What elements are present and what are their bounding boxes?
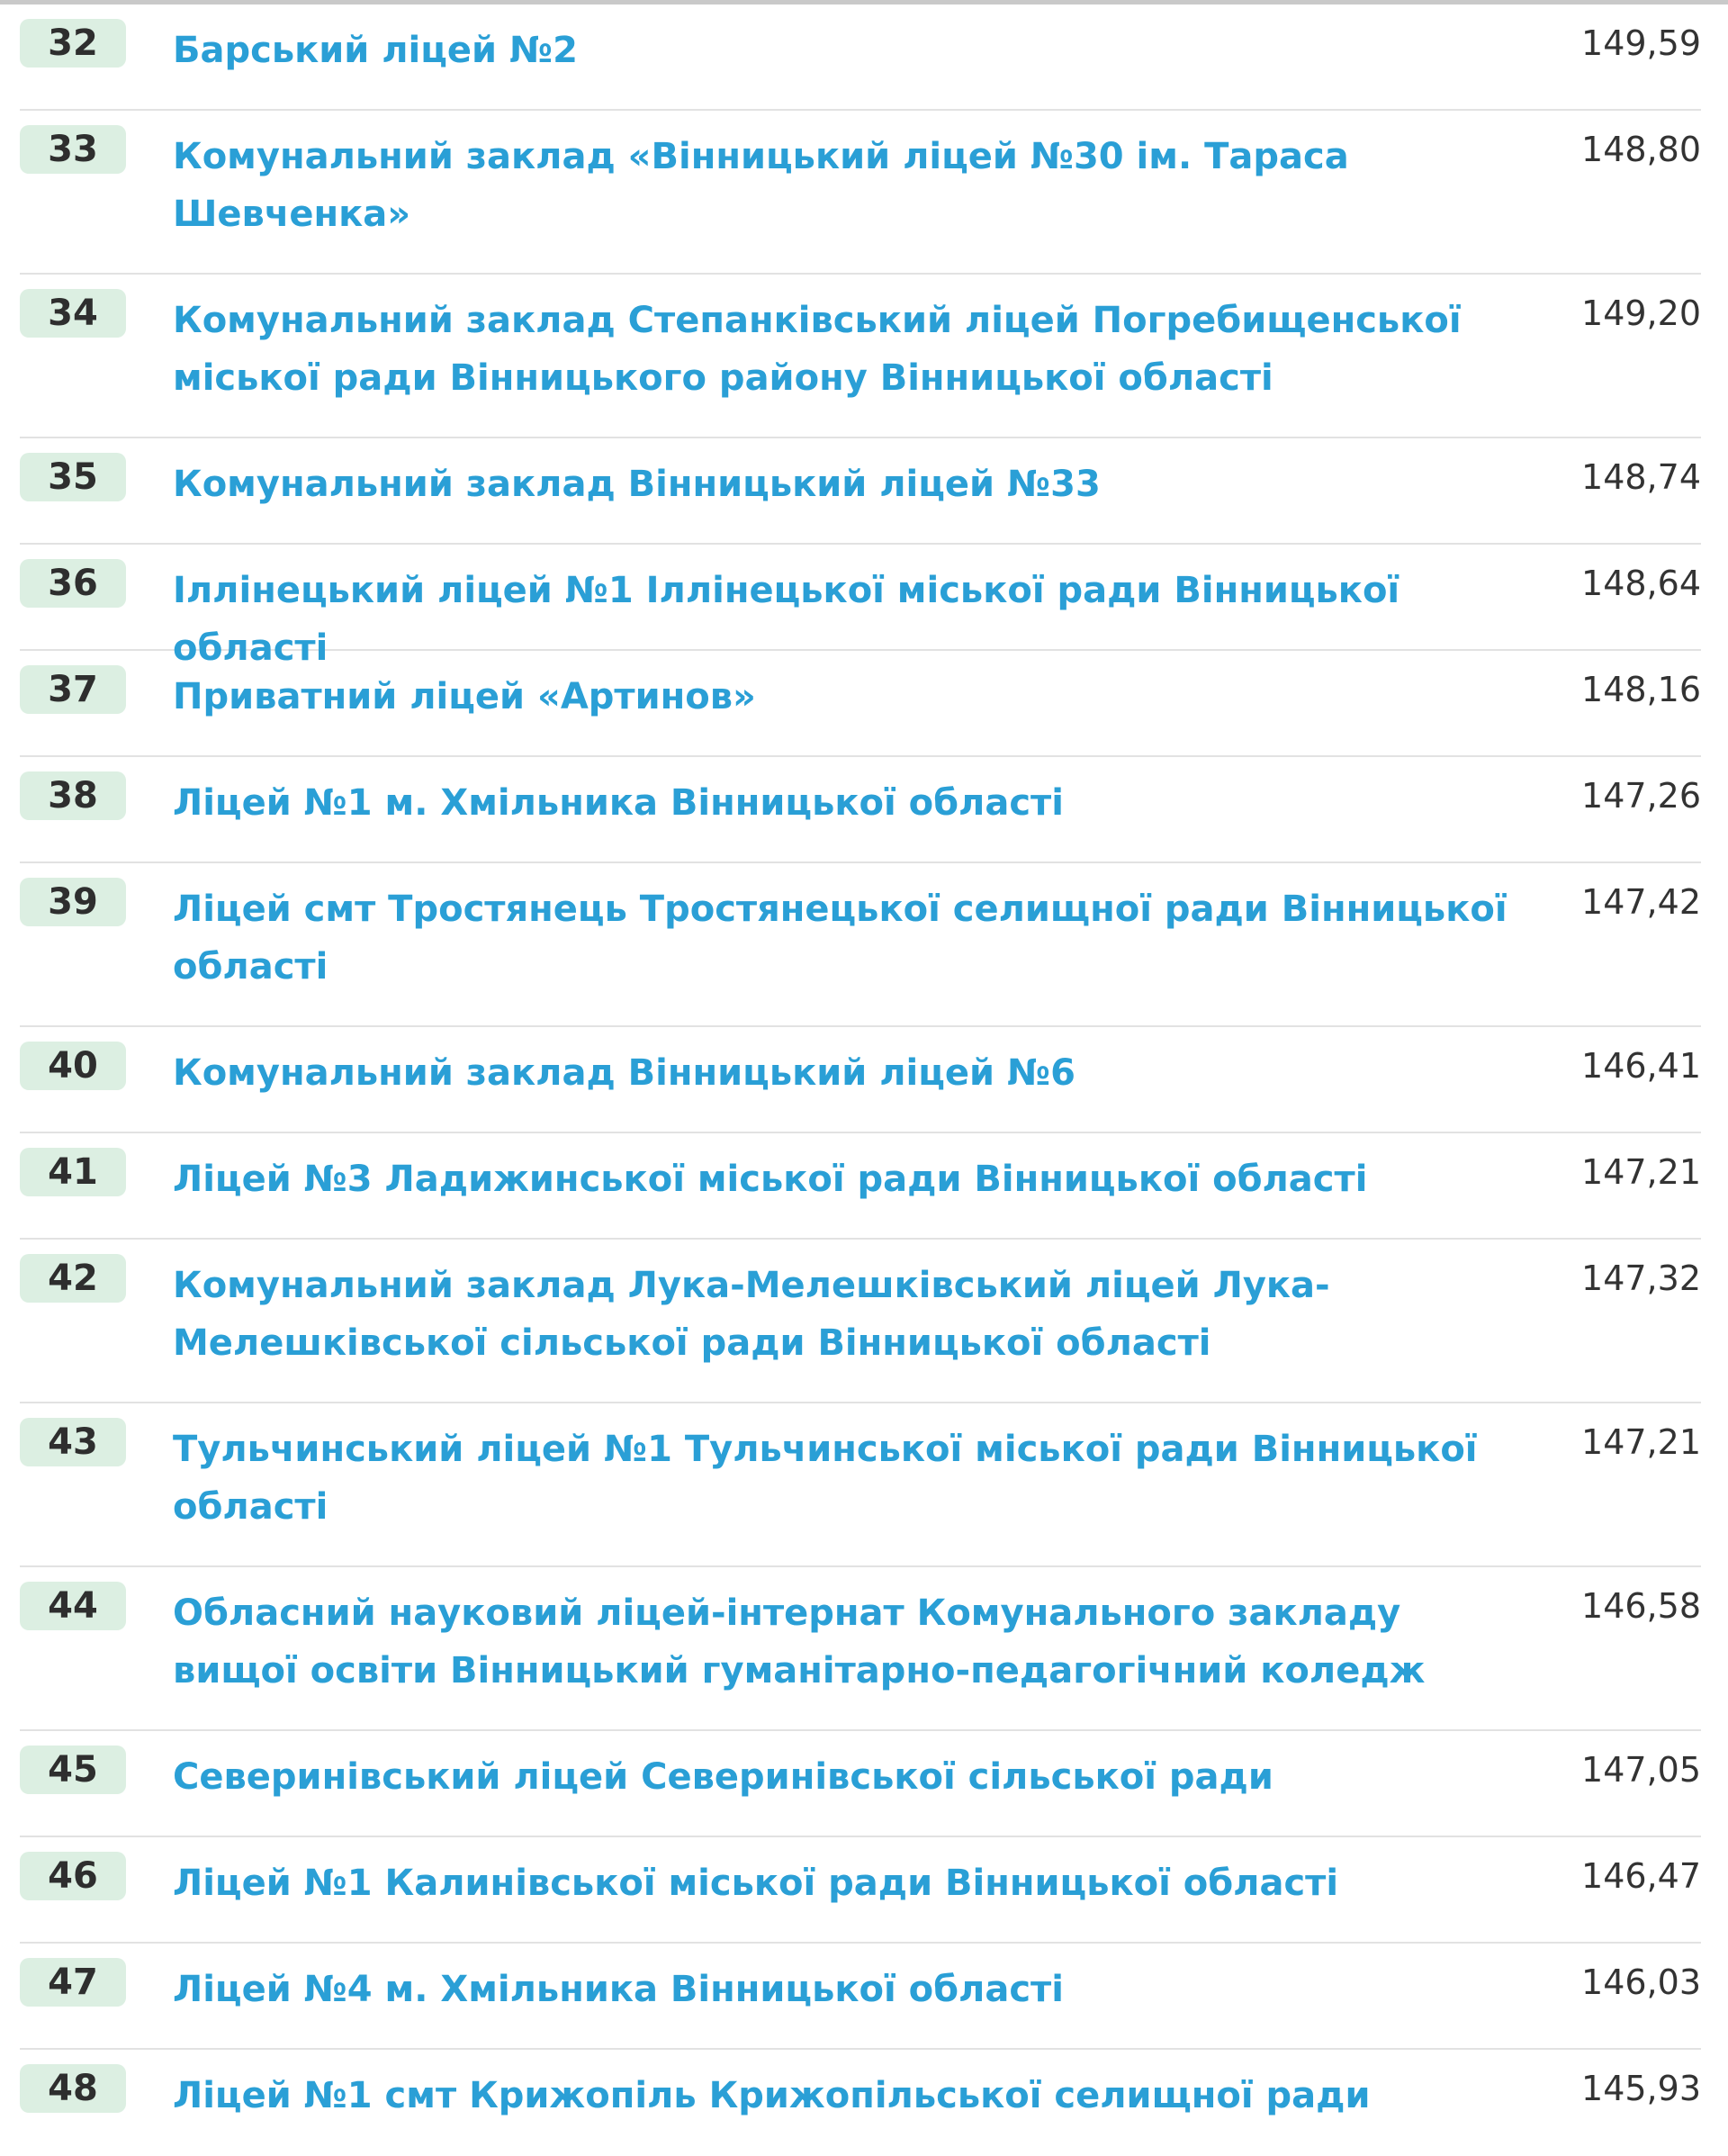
ranking-row-35: 35 Комунальний заклад Вінницький ліцей №… (20, 438, 1701, 545)
school-link[interactable]: Ліцей смт Тростянець Тростянецької селищ… (173, 880, 1532, 996)
school-link[interactable]: Барський ліцей №2 (173, 22, 1532, 79)
score-value: 148,80 (1581, 130, 1701, 169)
rank-badge: 34 (20, 289, 126, 338)
ranking-row-42: 42 Комунальний заклад Лука-Мелешківський… (20, 1240, 1701, 1403)
rank-badge: 43 (20, 1418, 126, 1466)
score-value: 146,58 (1581, 1586, 1701, 1626)
score-value: 148,74 (1581, 457, 1701, 497)
rank-badge: 33 (20, 125, 126, 174)
school-link[interactable]: Обласний науковий ліцей-інтернат Комунал… (173, 1584, 1532, 1700)
score-value: 147,21 (1581, 1152, 1701, 1192)
rank-badge: 40 (20, 1042, 126, 1090)
score-value: 148,16 (1581, 670, 1701, 709)
rank-badge: 48 (20, 2064, 126, 2113)
ranking-row-33: 33 Комунальний заклад «Вінницький ліцей … (20, 111, 1701, 275)
ranking-row-41: 41 Ліцей №3 Ладижинської міської ради Ві… (20, 1133, 1701, 1240)
rank-badge: 37 (20, 665, 126, 714)
ranking-row-34: 34 Комунальний заклад Степанківський ліц… (20, 275, 1701, 438)
rank-badge: 38 (20, 771, 126, 820)
ranking-row-43: 43 Тульчинський ліцей №1 Тульчинської мі… (20, 1403, 1701, 1567)
school-link[interactable]: Ліцей №3 Ладижинської міської ради Вінни… (173, 1150, 1532, 1208)
school-link[interactable]: Приватний ліцей «Артинов» (173, 668, 1532, 726)
rank-badge: 45 (20, 1746, 126, 1794)
ranking-row-39: 39 Ліцей смт Тростянець Тростянецької се… (20, 863, 1701, 1027)
ranking-row-38: 38 Ліцей №1 м. Хмільника Вінницької обла… (20, 757, 1701, 863)
ranking-row-36: 36 Іллінецький ліцей №1 Іллінецької місь… (20, 545, 1701, 669)
ranking-row-48: 48 Ліцей №1 смт Крижопіль Крижопільської… (20, 2050, 1701, 2156)
score-value: 146,41 (1581, 1046, 1701, 1086)
score-value: 148,64 (1581, 564, 1701, 603)
score-value: 145,93 (1581, 2069, 1701, 2108)
rank-badge: 32 (20, 19, 126, 68)
rank-badge: 36 (20, 559, 126, 608)
rank-badge: 35 (20, 453, 126, 501)
ranking-row-47: 47 Ліцей №4 м. Хмільника Вінницької обла… (20, 1944, 1701, 2050)
school-link[interactable]: Тульчинський ліцей №1 Тульчинської міськ… (173, 1421, 1532, 1536)
ranking-row-44: 44 Обласний науковий ліцей-інтернат Кому… (20, 1567, 1701, 1731)
score-value: 147,21 (1581, 1422, 1701, 1462)
rank-badge: 44 (20, 1582, 126, 1630)
score-value: 147,42 (1581, 882, 1701, 922)
score-value: 147,05 (1581, 1750, 1701, 1790)
score-value: 147,32 (1581, 1258, 1701, 1298)
school-link[interactable]: Ліцей №4 м. Хмільника Вінницької області (173, 1961, 1532, 2018)
school-link[interactable]: Комунальний заклад «Вінницький ліцей №30… (173, 128, 1532, 243)
score-value: 149,20 (1581, 293, 1701, 333)
school-link[interactable]: Комунальний заклад Степанківський ліцей … (173, 292, 1532, 407)
school-link[interactable]: Комунальний заклад Лука-Мелешківський лі… (173, 1257, 1532, 1372)
rank-badge: 39 (20, 878, 126, 926)
ranking-row-32: 32 Барський ліцей №2 149,59 (20, 5, 1701, 111)
ranking-row-40: 40 Комунальний заклад Вінницький ліцей №… (20, 1027, 1701, 1133)
score-value: 147,26 (1581, 776, 1701, 816)
school-link[interactable]: Ліцей №1 смт Крижопіль Крижопільської се… (173, 2067, 1532, 2124)
school-link[interactable]: Ліцей №1 Калинівської міської ради Вінни… (173, 1854, 1532, 1912)
score-value: 149,59 (1581, 23, 1701, 63)
rank-badge: 46 (20, 1852, 126, 1900)
school-link[interactable]: Комунальний заклад Вінницький ліцей №33 (173, 456, 1532, 513)
rank-badge: 47 (20, 1958, 126, 2007)
ranking-row-46: 46 Ліцей №1 Калинівської міської ради Ві… (20, 1837, 1701, 1944)
rank-badge: 42 (20, 1254, 126, 1303)
school-link[interactable]: Северинівський ліцей Северинівської сіль… (173, 1748, 1532, 1806)
ranking-row-45: 45 Северинівський ліцей Северинівської с… (20, 1731, 1701, 1837)
score-value: 146,03 (1581, 1962, 1701, 2002)
ranking-row-37: 37 Приватний ліцей «Артинов» 148,16 (20, 651, 1701, 757)
school-link[interactable]: Комунальний заклад Вінницький ліцей №6 (173, 1044, 1532, 1102)
school-link[interactable]: Ліцей №1 м. Хмільника Вінницької області (173, 774, 1532, 832)
rank-badge: 41 (20, 1148, 126, 1196)
ranking-list: 32 Барський ліцей №2 149,59 33 Комунальн… (20, 5, 1701, 2156)
score-value: 146,47 (1581, 1856, 1701, 1896)
